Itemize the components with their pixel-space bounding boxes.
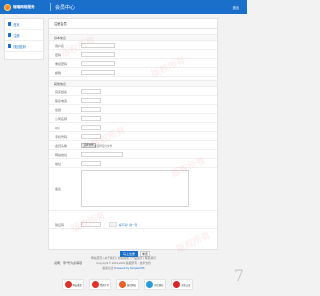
shield-icon bbox=[64, 281, 72, 288]
license-icon bbox=[91, 281, 99, 288]
confirm-password-label: 重复密码 bbox=[55, 61, 68, 66]
qq-label: QQ bbox=[55, 125, 60, 130]
page-title: 会员中心 bbox=[55, 4, 76, 11]
footer: 网站首页 | 关于我们 | 新闻动态 | 产品展示 | 联系我们 Copyrig… bbox=[0, 256, 247, 271]
form-row-qq: QQ bbox=[49, 123, 217, 132]
badge-label: 诚信网站 bbox=[126, 284, 137, 287]
intro-label: 备注 bbox=[55, 187, 62, 191]
form-row-address: 地址 bbox=[49, 159, 217, 168]
intro-textarea[interactable] bbox=[81, 170, 189, 207]
sidebar-item-label: 找回密码 bbox=[13, 44, 26, 49]
contact-input[interactable] bbox=[81, 97, 101, 103]
badge-license[interactable]: 经营许可 bbox=[89, 279, 112, 290]
badge-label: 网安备案 bbox=[72, 284, 82, 287]
qq-input[interactable] bbox=[81, 124, 101, 130]
footer-powered-by[interactable]: Powered by SimpleCMS bbox=[114, 266, 144, 270]
verified-icon bbox=[146, 281, 154, 288]
address-input[interactable] bbox=[81, 160, 101, 166]
phone-input[interactable] bbox=[81, 133, 101, 139]
register-panel: 注册会员 基本信息 用户名 密码 重复密码 邮箱 其他信息 真实姓名 联系电话 … bbox=[48, 18, 218, 265]
form-row-contact: 联系电话 bbox=[49, 96, 217, 105]
sidebar-item-label: 注册 bbox=[13, 33, 20, 38]
badge-integrity[interactable]: 诚信网站 bbox=[116, 279, 139, 290]
form-row-realname: 真实姓名 bbox=[49, 87, 217, 96]
home-icon bbox=[8, 22, 12, 26]
form-row-username: 用户名 bbox=[49, 41, 217, 50]
badge-trusted[interactable]: 可信网站 bbox=[143, 279, 166, 290]
sidebar: 首页 注册 找回密码 bbox=[4, 18, 44, 60]
badge-police[interactable]: 网安备案 bbox=[62, 279, 85, 290]
form-row-captcha: 验证码 看不清？换一张 bbox=[49, 220, 217, 229]
id-icon bbox=[173, 281, 181, 288]
form-row-email: 邮箱 bbox=[49, 68, 217, 77]
panel-title: 注册会员 bbox=[49, 19, 217, 29]
section-basic-info: 基本信息 bbox=[49, 34, 217, 41]
section-more-info: 其他信息 bbox=[49, 80, 217, 87]
form-row-avatar: 会员头像 选择文件 未选择任何文件 bbox=[49, 141, 217, 150]
footer-icp: 备案信息 Powered by SimpleCMS bbox=[0, 266, 247, 271]
corner-mark: 7 bbox=[233, 266, 244, 285]
badge-realname[interactable]: 实名认证 bbox=[170, 279, 194, 290]
password-label: 密码 bbox=[55, 52, 62, 57]
company-input[interactable] bbox=[81, 115, 101, 121]
captcha-input[interactable] bbox=[81, 221, 101, 227]
key-icon bbox=[8, 44, 12, 48]
form-row-company: 公司名称 bbox=[49, 114, 217, 123]
sidebar-item-register[interactable]: 注册 bbox=[5, 30, 43, 41]
email-input[interactable] bbox=[81, 69, 115, 75]
logo-text: 瑞瑞网络服务 bbox=[13, 4, 35, 9]
gender-label: 性别 bbox=[55, 107, 62, 112]
company-label: 公司名称 bbox=[55, 116, 68, 121]
realname-input[interactable] bbox=[81, 88, 101, 94]
logo-icon bbox=[4, 3, 11, 11]
sidebar-item-forgot-password[interactable]: 找回密码 bbox=[5, 41, 43, 52]
badge-label: 可信网站 bbox=[154, 284, 164, 287]
refresh-captcha-link[interactable]: 看不清？换一张 bbox=[119, 223, 137, 227]
file-status: 未选择任何文件 bbox=[94, 144, 113, 148]
captcha-label: 验证码 bbox=[55, 222, 65, 227]
contact-label: 联系电话 bbox=[55, 98, 68, 103]
sidebar-item-label: 首页 bbox=[13, 22, 20, 27]
captcha-image[interactable] bbox=[109, 221, 117, 227]
form-row-intro: 备注 bbox=[49, 168, 217, 211]
address-label: 地址 bbox=[55, 161, 62, 166]
gender-input[interactable] bbox=[81, 106, 101, 112]
form-row-phone: 手机号码 bbox=[49, 132, 217, 141]
realname-label: 真实姓名 bbox=[55, 89, 68, 94]
password-input[interactable] bbox=[81, 51, 115, 57]
confirm-password-input[interactable] bbox=[81, 60, 115, 66]
logo[interactable]: 瑞瑞网络服务 bbox=[4, 3, 35, 11]
footer-icp-label: 备案信息 bbox=[102, 266, 114, 270]
email-label: 邮箱 bbox=[55, 70, 62, 75]
check-icon bbox=[118, 281, 126, 288]
user-icon bbox=[8, 33, 12, 37]
header-divider bbox=[50, 3, 51, 11]
avatar-label: 会员头像 bbox=[55, 143, 68, 148]
top-bar: 瑞瑞网络服务 会员中心 退出 bbox=[0, 0, 247, 14]
username-input[interactable] bbox=[81, 42, 115, 48]
form-row-confirm-password: 重复密码 bbox=[49, 59, 217, 68]
trust-badges: 网安备案 经营许可 诚信网站 可信网站 实名认证 bbox=[62, 279, 194, 290]
homepage-label: 网站地址 bbox=[55, 152, 68, 157]
sidebar-item-home[interactable]: 首页 bbox=[5, 19, 43, 30]
form-row-password: 密码 bbox=[49, 50, 217, 59]
badge-label: 实名认证 bbox=[181, 284, 191, 287]
username-label: 用户名 bbox=[55, 43, 65, 48]
form-row-gender: 性别 bbox=[49, 105, 217, 114]
exit-link[interactable]: 退出 bbox=[233, 5, 239, 10]
form-row-homepage: 网站地址 bbox=[49, 150, 217, 159]
phone-label: 手机号码 bbox=[55, 134, 68, 139]
badge-label: 经营许可 bbox=[99, 284, 109, 287]
homepage-input[interactable] bbox=[81, 151, 123, 157]
